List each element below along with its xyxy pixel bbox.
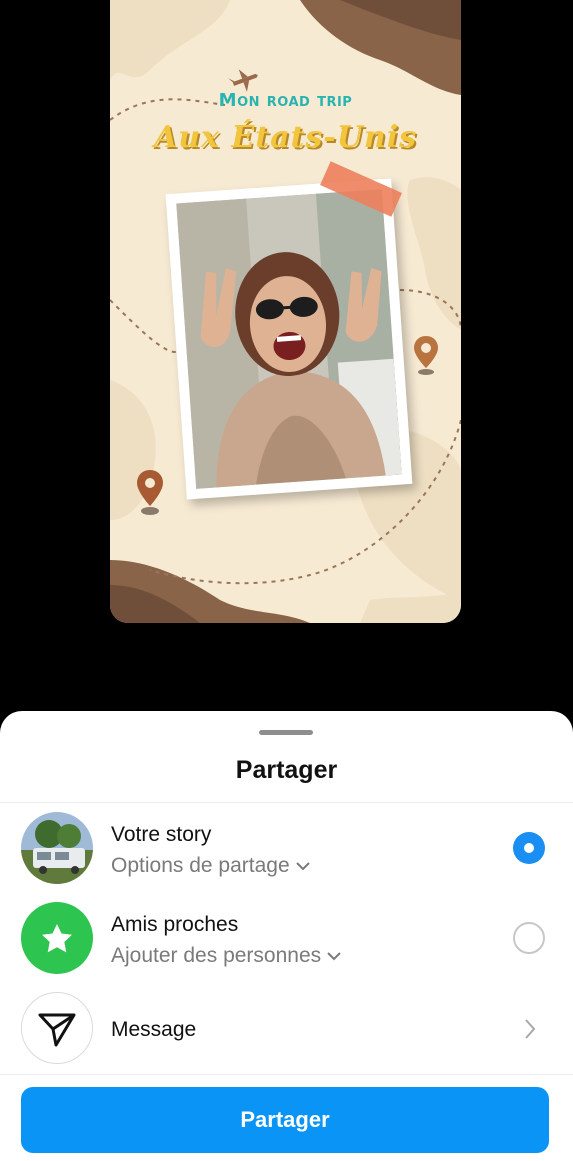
divider [0,1074,573,1075]
option-message[interactable]: Message [0,984,573,1074]
chevron-down-icon [295,862,310,871]
photo-image [176,189,402,489]
send-icon [38,1013,76,1047]
story-preview: Mon road trip Aux États-Unis [110,0,461,623]
option-title: Votre story [111,823,212,846]
drag-handle[interactable] [259,730,313,735]
option-subtitle-dropdown[interactable]: Options de partage [111,854,310,878]
option-subtitle-dropdown[interactable]: Ajouter des personnes [111,944,341,968]
chevron-right-icon [525,1019,536,1039]
option-subtitle: Options de partage [111,854,290,877]
close-friends-avatar [21,902,93,974]
chevron-down-icon [327,952,341,961]
story-thumbnail [21,812,93,884]
location-pin-icon [137,470,163,515]
polaroid-photo [165,178,413,500]
star-icon [42,924,72,953]
option-subtitle: Ajouter des personnes [111,944,322,967]
option-title: Message [111,1018,197,1041]
location-pin-icon [414,336,438,375]
sheet-title: Partager [235,756,338,784]
radio-close-friends[interactable] [513,922,545,954]
radio-your-story[interactable] [513,832,545,864]
divider [0,802,573,803]
share-button[interactable]: Partager [21,1087,549,1153]
option-your-story[interactable]: Votre story Options de partage [0,804,573,894]
option-close-friends[interactable]: Amis proches Ajouter des personnes [0,894,573,984]
share-sheet: Partager Votre story Options de partage [0,711,573,1161]
story-title-line2: Aux États-Unis [153,120,418,155]
option-title: Amis proches [111,913,239,936]
story-title-line1: Mon road trip [218,90,353,111]
message-avatar [21,992,93,1064]
